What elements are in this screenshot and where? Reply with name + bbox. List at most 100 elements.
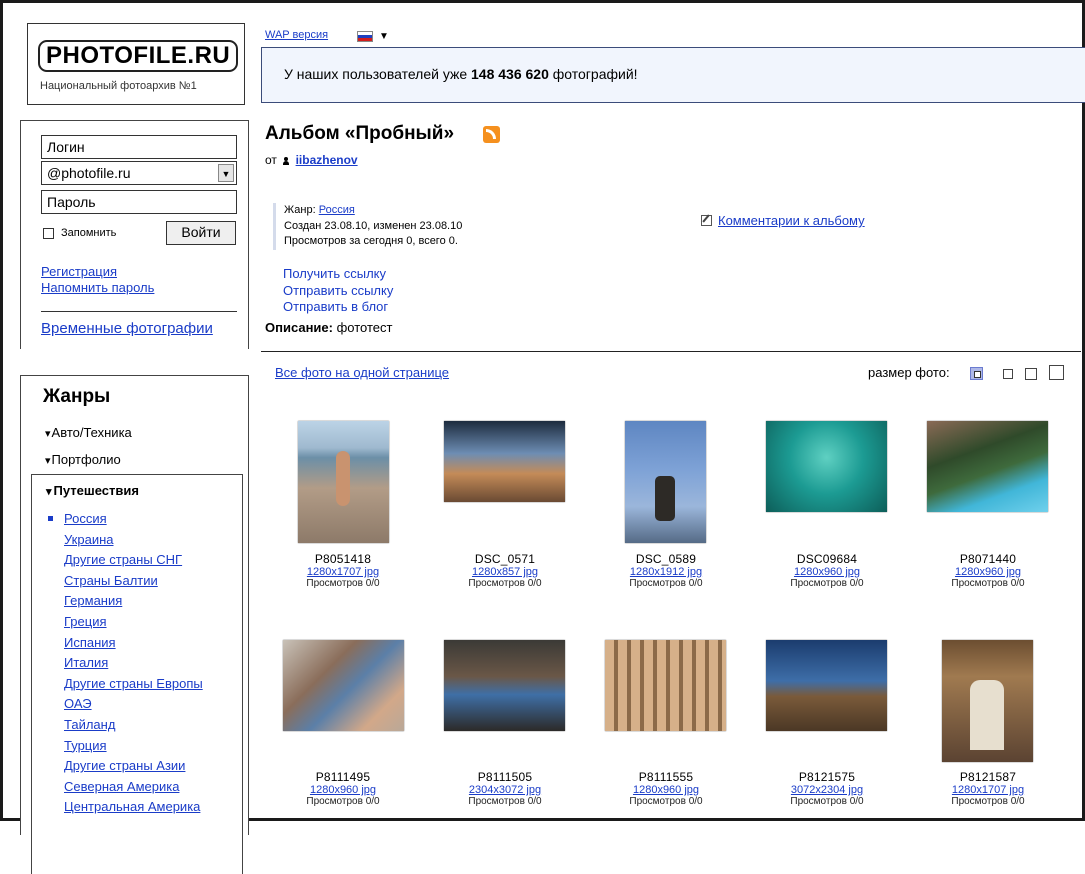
photo-name: DSC09684 <box>796 552 858 566</box>
size-medium-icon[interactable] <box>1003 369 1013 379</box>
edit-icon <box>701 215 712 226</box>
photo-figure <box>970 680 1004 750</box>
subgenre-link[interactable]: ОАЭ <box>64 696 92 711</box>
subgenre-link[interactable]: Испания <box>64 635 116 650</box>
photo-caption: P8111505 2304x3072 jpg Просмотров 0/0 <box>425 770 585 807</box>
subgenre-link[interactable]: Украина <box>64 532 114 547</box>
language-dropdown-icon[interactable]: ▼ <box>379 31 389 42</box>
photo-dims-link[interactable]: 1280x960 jpg <box>908 566 1068 578</box>
subgenre-link[interactable]: Другие страны Азии <box>64 758 185 773</box>
register-link[interactable]: Регистрация <box>41 264 117 279</box>
logo-title: PHOTOFILE.RU <box>38 40 239 72</box>
password-input[interactable]: Пароль <box>41 190 237 214</box>
photo-name: P8111495 <box>315 770 371 784</box>
photo-name: P8111555 <box>638 770 694 784</box>
subgenre-link[interactable]: Германия <box>64 593 122 608</box>
subgenre-link[interactable]: Другие страны СНГ <box>64 552 182 567</box>
comments-link[interactable]: Комментарии к альбому <box>718 213 865 228</box>
photo-thumbnail[interactable] <box>625 421 706 543</box>
subgenre-link[interactable]: Другие страны Европы <box>64 676 203 691</box>
photo-thumbnail[interactable] <box>605 640 726 731</box>
send-link-action[interactable]: Отправить ссылку <box>283 283 393 300</box>
subgenre-link[interactable]: Турция <box>64 738 107 753</box>
photo-thumbnail[interactable] <box>298 421 389 543</box>
header-divider <box>261 351 1081 352</box>
photo-dims-link[interactable]: 1280x857 jpg <box>425 566 585 578</box>
size-small-inner <box>974 371 981 378</box>
get-link-action[interactable]: Получить ссылку <box>283 266 393 283</box>
description-value: фототест <box>336 320 393 335</box>
photo-name: DSC_0589 <box>635 552 697 566</box>
photo-dims-link[interactable]: 1280x960 jpg <box>586 784 746 796</box>
photo-size-label: размер фото: <box>868 365 950 380</box>
travel-subgenres: Россия Украина Другие страны СНГ Страны … <box>64 509 203 818</box>
wap-version-link[interactable]: WAP версия <box>265 29 328 41</box>
photo-views: Просмотров 0/0 <box>951 578 1025 589</box>
send-to-blog-action[interactable]: Отправить в блог <box>283 299 393 316</box>
all-photos-link[interactable]: Все фото на одной странице <box>275 365 449 380</box>
album-title: Альбом «Пробный» <box>265 123 455 144</box>
photo-thumbnail[interactable] <box>766 421 887 512</box>
subgenre-link[interactable]: Центральная Америка <box>64 799 200 814</box>
album-dates: Создан 23.08.10, изменен 23.08.10 <box>284 219 463 232</box>
subgenre-link[interactable]: Италия <box>64 655 108 670</box>
size-small-icon[interactable] <box>970 367 983 380</box>
photo-thumbnail[interactable] <box>283 640 404 731</box>
size-xlarge-icon[interactable] <box>1049 365 1064 380</box>
user-icon <box>283 157 290 165</box>
login-panel: Логин @photofile.ru ▼ Пароль Запомнить В… <box>20 120 249 349</box>
photo-thumbnail[interactable] <box>444 640 565 731</box>
photo-dims-link[interactable]: 1280x1912 jpg <box>586 566 746 578</box>
temp-photos-link[interactable]: Временные фотографии <box>41 320 213 337</box>
genre-auto[interactable]: Авто/Техника <box>45 425 132 440</box>
photo-views: Просмотров 0/0 <box>629 578 703 589</box>
photo-dims-link[interactable]: 3072x2304 jpg <box>747 784 907 796</box>
size-large-icon[interactable] <box>1025 368 1037 380</box>
photo-views: Просмотров 0/0 <box>951 796 1025 807</box>
login-input[interactable]: Логин <box>41 135 237 159</box>
rss-icon[interactable] <box>483 126 500 143</box>
album-description: Описание: фототест <box>265 320 393 335</box>
photo-name: P8071440 <box>959 552 1017 566</box>
genre-label: Жанр: <box>284 204 316 216</box>
photo-thumbnail[interactable] <box>942 640 1033 762</box>
photo-thumbnail[interactable] <box>927 421 1048 512</box>
photo-dims-link[interactable]: 1280x1707 jpg <box>263 566 423 578</box>
genre-link[interactable]: Россия <box>319 204 355 216</box>
photo-name: P8051418 <box>314 552 372 566</box>
photo-caption: DSC_0589 1280x1912 jpg Просмотров 0/0 <box>586 552 746 589</box>
subgenre-link[interactable]: Северная Америка <box>64 779 179 794</box>
site-logo[interactable]: PHOTOFILE.RU Национальный фотоархив №1 <box>27 23 245 105</box>
chevron-down-icon[interactable]: ▼ <box>218 164 234 182</box>
photo-views: Просмотров 0/0 <box>629 796 703 807</box>
logo-subtitle: Национальный фотоархив №1 <box>40 80 197 92</box>
photo-thumbnail[interactable] <box>766 640 887 731</box>
author-link[interactable]: iibazhenov <box>296 153 358 167</box>
photo-name: DSC_0571 <box>474 552 536 566</box>
photo-dims-link[interactable]: 1280x960 jpg <box>263 784 423 796</box>
photo-dims-link[interactable]: 1280x960 jpg <box>747 566 907 578</box>
subgenre-link[interactable]: Россия <box>64 511 107 526</box>
photo-views: Просмотров 0/0 <box>790 796 864 807</box>
remember-checkbox[interactable] <box>43 228 54 239</box>
remind-password-link[interactable]: Напомнить пароль <box>41 280 154 295</box>
domain-select[interactable]: @photofile.ru ▼ <box>41 161 237 185</box>
photo-caption: P8121575 3072x2304 jpg Просмотров 0/0 <box>747 770 907 807</box>
users-banner: У наших пользователей уже 148 436 620 фо… <box>261 47 1085 103</box>
genre-portfolio[interactable]: Портфолио <box>45 452 121 467</box>
photo-dims-link[interactable]: 1280x1707 jpg <box>908 784 1068 796</box>
login-button[interactable]: Войти <box>166 221 236 245</box>
russian-flag-icon[interactable] <box>357 31 373 42</box>
genre-travel[interactable]: Путешествия <box>46 483 139 498</box>
subgenre-link[interactable]: Страны Балтии <box>64 573 158 588</box>
photo-figure <box>336 451 350 506</box>
album-comments[interactable]: Комментарии к альбому <box>701 213 865 228</box>
banner-photo-count: 148 436 620 <box>471 66 549 82</box>
subgenre-link[interactable]: Греция <box>64 614 107 629</box>
album-meta: Жанр: Россия Создан 23.08.10, изменен 23… <box>273 203 462 250</box>
photo-dims-link[interactable]: 2304x3072 jpg <box>425 784 585 796</box>
subgenre-link[interactable]: Тайланд <box>64 717 115 732</box>
share-actions: Получить ссылку Отправить ссылку Отправи… <box>283 266 393 316</box>
domain-select-value: @photofile.ru <box>47 165 131 181</box>
photo-thumbnail[interactable] <box>444 421 565 502</box>
